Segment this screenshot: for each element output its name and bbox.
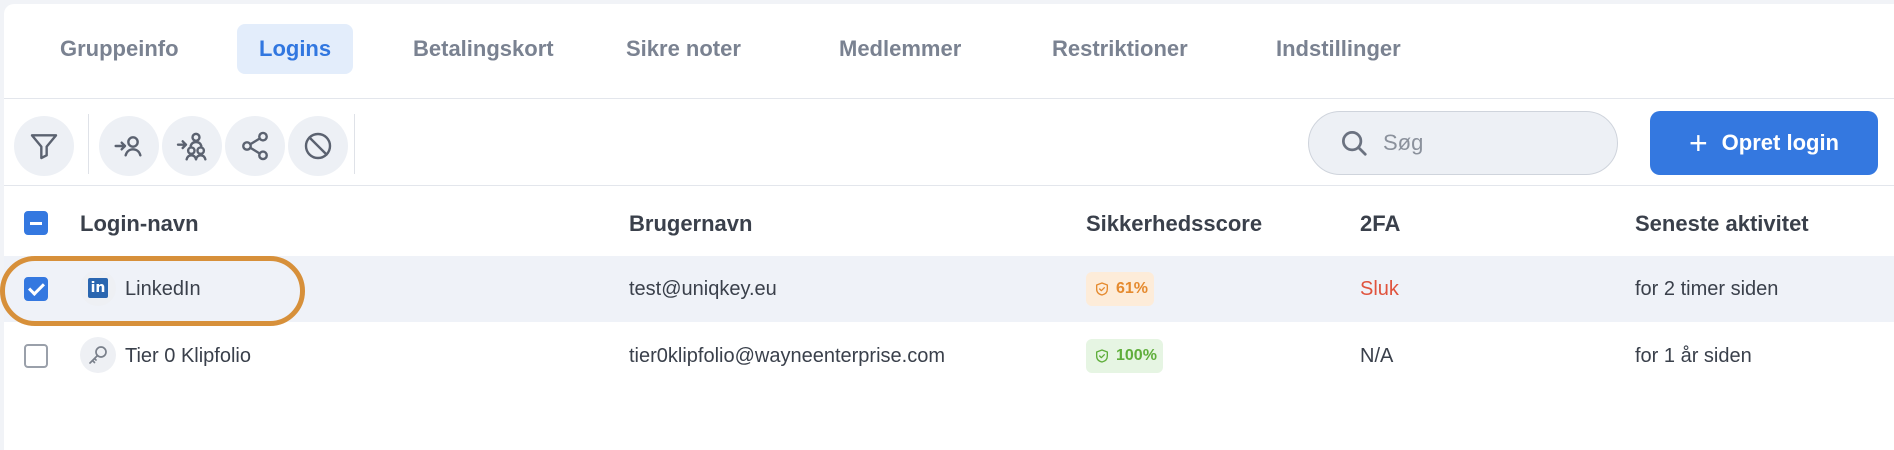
tab-bar: Gruppeinfo Logins Betalingskort Sikre no… bbox=[4, 4, 1894, 99]
shield-icon bbox=[1096, 349, 1108, 363]
column-sikkerhedsscore[interactable]: Sikkerhedsscore bbox=[1086, 211, 1262, 237]
toolbar: + Opret login bbox=[4, 100, 1894, 186]
tab-sikre-noter[interactable]: Sikre noter bbox=[604, 24, 763, 74]
last-activity: for 2 timer siden bbox=[1635, 278, 1779, 300]
assign-user-button[interactable] bbox=[99, 116, 159, 176]
search-box[interactable] bbox=[1308, 111, 1618, 175]
security-score-badge: 100% bbox=[1086, 339, 1163, 373]
group-details-panel: Gruppeinfo Logins Betalingskort Sikre no… bbox=[4, 4, 1894, 450]
tab-betalingskort[interactable]: Betalingskort bbox=[391, 24, 576, 74]
tab-gruppeinfo[interactable]: Gruppeinfo bbox=[38, 24, 201, 74]
search-icon bbox=[1342, 131, 1367, 156]
select-all-checkbox[interactable] bbox=[24, 211, 48, 235]
column-2fa[interactable]: 2FA bbox=[1360, 211, 1400, 237]
login-name[interactable]: LinkedIn bbox=[125, 256, 201, 322]
twofa-status: N/A bbox=[1360, 345, 1394, 367]
app-icon-wrap: in bbox=[80, 270, 116, 306]
tab-medlemmer[interactable]: Medlemmer bbox=[817, 24, 983, 74]
column-seneste-aktivitet[interactable]: Seneste aktivitet bbox=[1635, 211, 1809, 237]
table-header: Login-navn Brugernavn Sikkerhedsscore 2F… bbox=[4, 187, 1894, 259]
create-login-button[interactable]: + Opret login bbox=[1650, 111, 1878, 175]
tab-restriktioner[interactable]: Restriktioner bbox=[1030, 24, 1210, 74]
table-row[interactable]: Tier 0 Klipfolio tier0klipfolio@wayneent… bbox=[4, 323, 1894, 389]
column-brugernavn[interactable]: Brugernavn bbox=[629, 211, 752, 237]
last-activity: for 1 år siden bbox=[1635, 345, 1752, 367]
assign-group-icon bbox=[176, 132, 207, 161]
block-icon bbox=[304, 132, 332, 160]
row-checkbox[interactable] bbox=[24, 344, 48, 368]
username: tier0klipfolio@wayneenterprise.com bbox=[629, 345, 945, 367]
share-button[interactable] bbox=[225, 116, 285, 176]
shield-icon bbox=[1096, 282, 1108, 296]
row-checkbox[interactable] bbox=[24, 277, 48, 301]
assign-group-button[interactable] bbox=[162, 116, 222, 176]
security-score: 100% bbox=[1116, 347, 1157, 364]
toolbar-divider bbox=[88, 114, 89, 174]
filter-button[interactable] bbox=[14, 116, 74, 176]
share-icon bbox=[242, 131, 268, 161]
filter-icon bbox=[30, 134, 58, 160]
toolbar-divider bbox=[354, 114, 355, 174]
twofa-status: Sluk bbox=[1360, 278, 1399, 300]
assign-user-icon bbox=[114, 136, 142, 157]
security-score: 61% bbox=[1116, 280, 1149, 297]
create-login-label: Opret login bbox=[1721, 130, 1839, 155]
block-button[interactable] bbox=[288, 116, 348, 176]
security-score-badge: 61% bbox=[1086, 272, 1155, 306]
app-icon-wrap bbox=[80, 337, 116, 373]
tab-indstillinger[interactable]: Indstillinger bbox=[1254, 24, 1423, 74]
table-row[interactable]: in LinkedIn test@uniqkey.eu 61% Sluk for… bbox=[4, 256, 1894, 322]
key-icon bbox=[89, 346, 107, 364]
login-name[interactable]: Tier 0 Klipfolio bbox=[125, 323, 251, 389]
column-login-navn[interactable]: Login-navn bbox=[80, 211, 199, 237]
username: test@uniqkey.eu bbox=[629, 278, 777, 300]
tab-logins[interactable]: Logins bbox=[237, 24, 354, 74]
search-input[interactable] bbox=[1383, 130, 1583, 156]
plus-icon: + bbox=[1688, 125, 1708, 161]
linkedin-icon: in bbox=[88, 278, 108, 298]
